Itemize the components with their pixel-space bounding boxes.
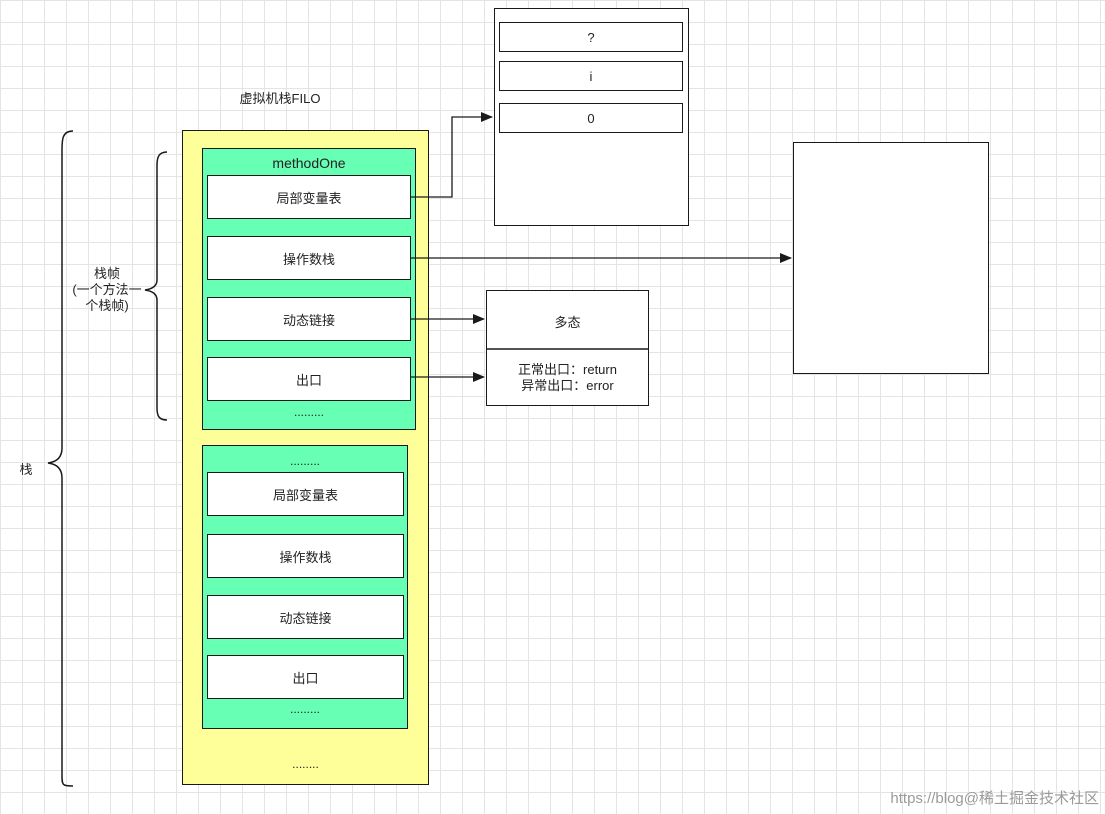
diagram-lines — [47, 112, 792, 787]
local-var-arrow — [411, 112, 493, 198]
stack-brace — [47, 130, 74, 787]
watermark: https://blog@稀土掘金技术社区 — [890, 790, 1099, 807]
frame-brace — [144, 151, 168, 421]
